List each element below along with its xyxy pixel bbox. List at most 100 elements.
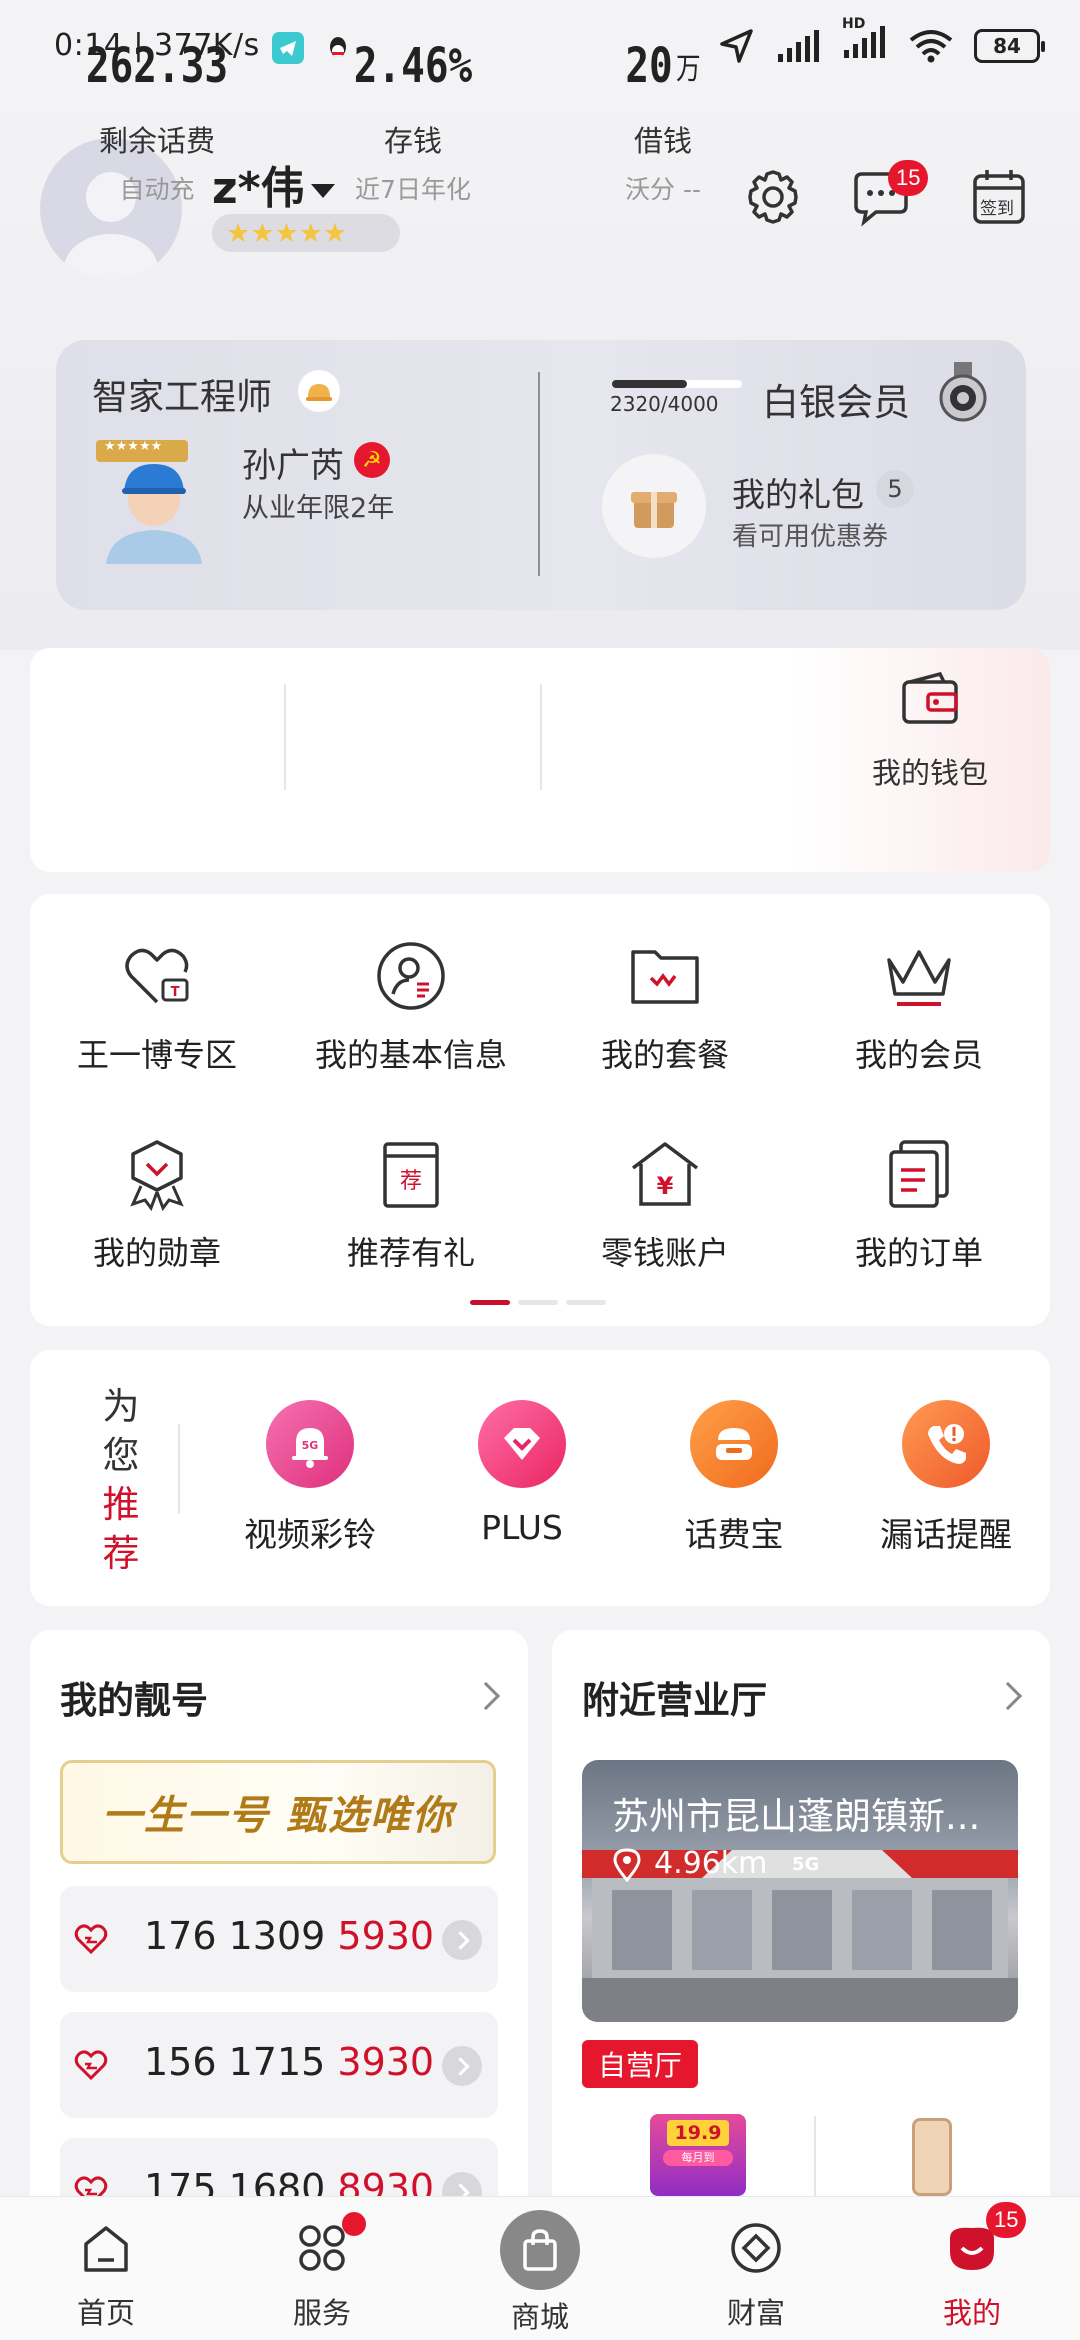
wifi-icon xyxy=(909,30,953,63)
number-prefix: 176 1309 xyxy=(144,1914,338,1958)
menu-item-plan[interactable]: 我的套餐 xyxy=(540,938,790,1076)
engineer-name: 孙广芮 xyxy=(242,446,344,486)
page-dot xyxy=(518,1300,558,1305)
phone-product-thumbnail[interactable] xyxy=(912,2118,952,2196)
svg-text:T: T xyxy=(171,985,180,1000)
menu-item-membership[interactable]: 我的会员 xyxy=(794,938,1044,1076)
wallet-entry[interactable]: 我的钱包 xyxy=(830,671,1030,792)
heart-icon xyxy=(74,2050,108,2081)
tab-label: 首页 xyxy=(76,2296,135,2330)
store-distance: 4.96km xyxy=(654,1846,768,1881)
plus-diamond-icon xyxy=(478,1400,566,1488)
tab-label: 我的 xyxy=(942,2296,1001,2330)
stat-balance[interactable]: 262.33 剩余话费 自动充 xyxy=(42,24,272,206)
recommend-label: PLUS xyxy=(481,1508,563,1547)
crown-icon xyxy=(887,950,951,1006)
silver-medal-icon xyxy=(938,362,988,424)
menu-item-wangyibo[interactable]: T 王一博专区 xyxy=(32,938,282,1076)
recommend-label: 话费宝 xyxy=(684,1515,784,1554)
change-account-icon: ¥ xyxy=(631,1142,699,1206)
stat-loan-label: 借钱 xyxy=(633,124,692,158)
tab-service[interactable]: 服务 xyxy=(222,2220,422,2332)
promo-price: 19.9 xyxy=(667,2120,729,2146)
engineer-rank-stars: ★★★★★ xyxy=(104,439,163,454)
recommend-missed-call[interactable]: 漏话提醒 xyxy=(846,1400,1046,1556)
tab-label: 商城 xyxy=(510,2300,569,2334)
card-divider xyxy=(538,372,540,576)
product-divider xyxy=(814,2116,816,2196)
orders-icon xyxy=(889,1140,949,1208)
home-icon xyxy=(84,2226,128,2272)
menu-item-medals[interactable]: 我的勋章 xyxy=(32,1136,282,1274)
gift-title[interactable]: 我的礼包 xyxy=(732,468,864,516)
member-tier[interactable]: 白银会员 xyxy=(762,372,910,426)
go-arrow-icon[interactable] xyxy=(442,1920,482,1960)
battery-indicator: 84 xyxy=(974,29,1045,63)
engineer-photo: ★★★★★ xyxy=(96,439,212,564)
page-dot xyxy=(566,1300,606,1305)
party-emblem-icon: ☭ xyxy=(354,442,390,478)
checkin-calendar-icon[interactable]: 签到 xyxy=(966,164,1032,230)
tab-mine[interactable]: 我的 xyxy=(872,2220,1072,2332)
stat-savings-value: 2.46% xyxy=(353,38,473,94)
self-operated-tag: 自营厅 xyxy=(582,2040,699,2088)
go-arrow-icon[interactable] xyxy=(442,2046,482,2086)
wallet-label: 我的钱包 xyxy=(871,756,988,790)
gift-box-icon[interactable] xyxy=(602,454,706,558)
menu-label: 推荐有礼 xyxy=(346,1234,475,1272)
nearby-store-title[interactable]: 附近营业厅 xyxy=(582,1670,767,1724)
number-slogan-banner[interactable]: 一生一号 甄选唯你 xyxy=(60,1760,496,1864)
store-sign-text: 5G xyxy=(792,1854,819,1875)
number-tail: 5930 xyxy=(337,1914,435,1958)
stat-savings[interactable]: 2.46% 存钱 近7日年化 xyxy=(298,24,528,206)
bill-treasure-icon xyxy=(690,1400,778,1488)
tab-label: 服务 xyxy=(292,2296,351,2330)
stat-loan-unit: 万 xyxy=(676,52,701,87)
number-prefix: 156 1715 xyxy=(144,2040,338,2084)
number-tail: 3930 xyxy=(337,2040,435,2084)
tab-badge: 15 xyxy=(986,2202,1027,2238)
number-row[interactable]: 176 1309 5930 xyxy=(60,1886,498,1992)
tab-mall[interactable]: 商城 xyxy=(440,2210,640,2336)
recommend-glyph: 荐 xyxy=(400,1169,422,1194)
heart-tv-icon: T xyxy=(125,948,189,1004)
menu-item-basic-info[interactable]: 我的基本信息 xyxy=(286,938,536,1076)
number-row[interactable]: 156 1715 3930 xyxy=(60,2012,498,2118)
engineer-title: 智家工程师 xyxy=(92,377,273,418)
missed-call-icon xyxy=(902,1400,990,1488)
menu-item-recommend-gift[interactable]: 荐 推荐有礼 xyxy=(286,1136,536,1274)
wallet-icon xyxy=(902,671,958,724)
stat-loan-sub: 沃分 -- xyxy=(625,175,701,204)
recommend-video-ringtone[interactable]: 5G 视频彩铃 xyxy=(210,1400,410,1556)
stat-balance-label: 剩余话费 xyxy=(98,124,215,158)
tab-home[interactable]: 首页 xyxy=(6,2220,206,2332)
helmet-icon xyxy=(298,370,340,412)
recommend-title-bottom: 推荐 xyxy=(102,1483,140,1575)
recommend-divider xyxy=(178,1424,180,1514)
service-red-dot xyxy=(342,2212,366,2236)
engineer-years: 从业年限2年 xyxy=(242,493,395,524)
recommend-bill-treasure[interactable]: 话费宝 xyxy=(634,1400,834,1556)
my-numbers-title[interactable]: 我的靓号 xyxy=(60,1670,208,1724)
recommend-plus[interactable]: PLUS xyxy=(422,1400,622,1547)
points-text: 2320/4000 xyxy=(610,392,719,416)
menu-item-change-account[interactable]: ¥ 零钱账户 xyxy=(540,1136,790,1274)
stat-loan[interactable]: 20 万 借钱 沃分 -- xyxy=(548,24,778,206)
signal-hd-icon: HD xyxy=(842,16,888,68)
menu-label: 零钱账户 xyxy=(600,1234,729,1272)
yuan-glyph: ¥ xyxy=(657,1172,674,1200)
stat-savings-sub: 近7日年化 xyxy=(355,175,471,204)
menu-label: 我的勋章 xyxy=(92,1234,221,1272)
wealth-icon xyxy=(731,2223,781,2273)
menu-label: 我的订单 xyxy=(854,1234,983,1272)
menu-item-orders[interactable]: 我的订单 xyxy=(794,1136,1044,1274)
user-info-icon xyxy=(377,942,445,1010)
promo-card-thumbnail[interactable]: 19.9 每月到 xyxy=(650,2114,746,2196)
tab-wealth[interactable]: 财富 xyxy=(656,2220,856,2332)
stat-divider xyxy=(284,684,286,790)
heart-icon xyxy=(74,1924,108,1955)
shopping-bag-icon xyxy=(500,2210,580,2290)
stat-divider xyxy=(540,684,542,790)
service-icon xyxy=(299,2225,345,2271)
tab-label: 财富 xyxy=(726,2296,785,2330)
